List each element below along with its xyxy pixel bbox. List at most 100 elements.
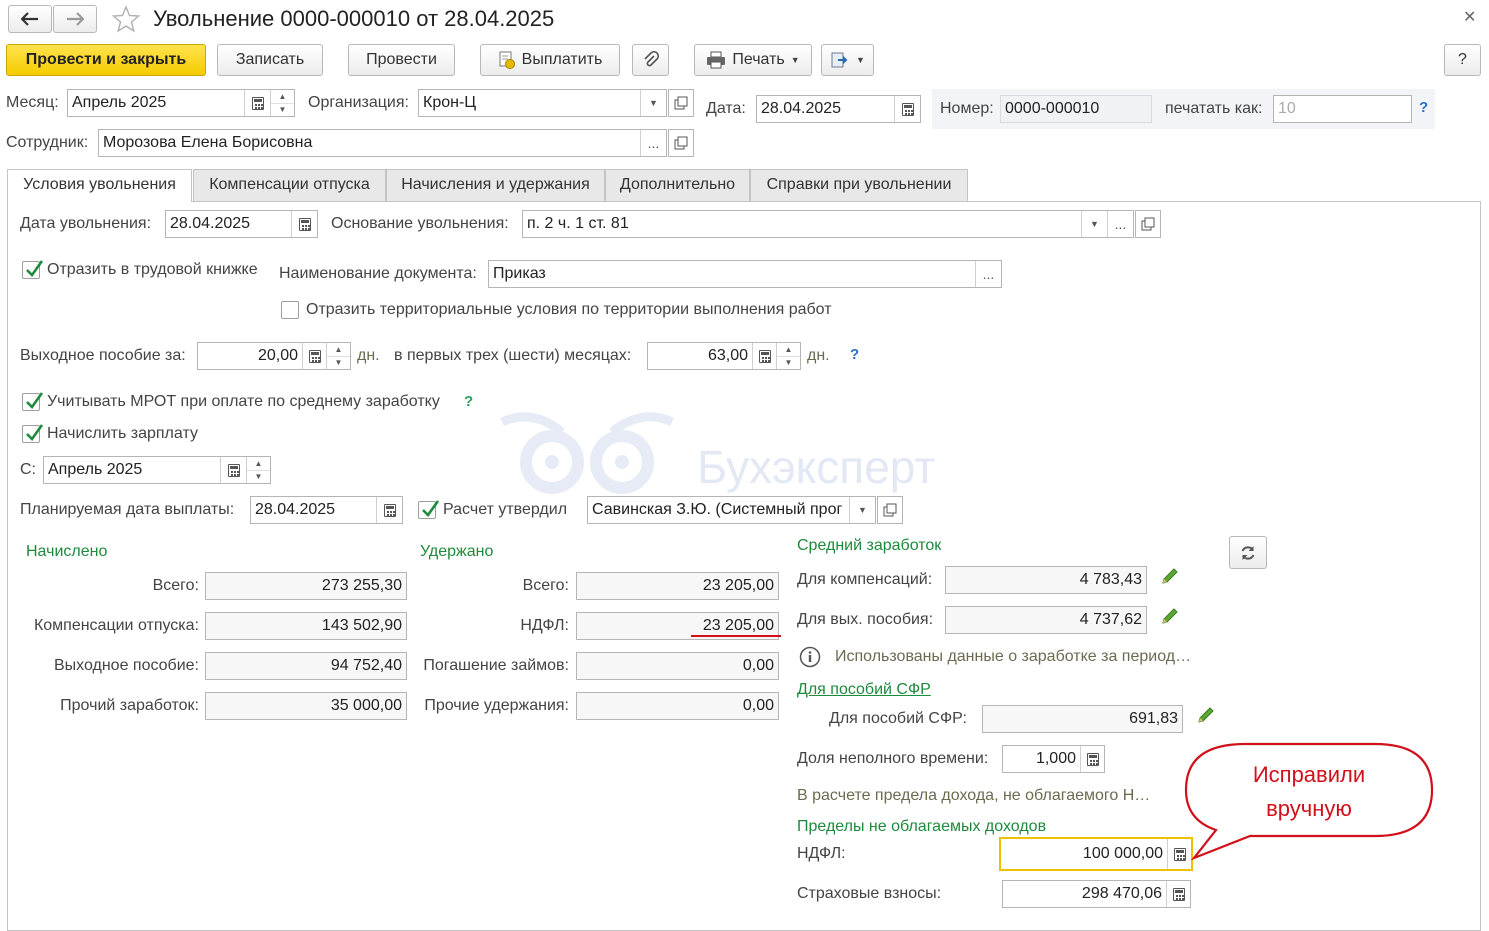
first-months-spinner[interactable]: ▲ ▼ [776,343,800,369]
sfr-field[interactable]: 691,83 [982,705,1183,733]
calculator-button[interactable] [1166,881,1190,907]
from-spinner[interactable]: ▲ ▼ [246,457,270,483]
calculator-button[interactable] [1080,746,1104,772]
dropdown-button[interactable]: ▼ [1081,211,1107,237]
open-employee-button[interactable] [668,129,694,157]
help-question-icon[interactable]: ? [1419,99,1428,116]
severance-field[interactable]: 20,00 ▲ ▼ [197,342,351,370]
dropdown-button[interactable]: ▼ [640,90,666,116]
accrue-salary-checkbox[interactable] [22,424,44,443]
print-as-field[interactable]: 10 [1273,95,1412,123]
approved-checkbox[interactable] [418,500,440,519]
select-button[interactable]: ... [640,130,666,156]
create-based-on-button[interactable]: ▼ [821,44,874,76]
calendar-button[interactable] [244,90,270,116]
part-time-value: 1,000 [1035,750,1076,767]
tab-vacation-compensation[interactable]: Компенсации отпуска [193,169,386,201]
territorial-label: Отразить территориальные условия по терр… [306,301,832,318]
select-button[interactable]: ... [1107,211,1133,237]
accrued-vacation-label: Компенсации отпуска: [33,617,199,634]
mrot-checkbox[interactable] [22,392,44,411]
refresh-button[interactable] [1229,536,1267,569]
avg-sev-field[interactable]: 4 737,62 [945,606,1147,634]
workbook-checkbox[interactable] [22,260,44,279]
calendar-button[interactable] [220,457,246,483]
calculator-button[interactable] [302,343,326,369]
help-question-icon[interactable]: ? [464,393,473,410]
back-button[interactable] [8,5,52,33]
first-months-field[interactable]: 63,00 ▲ ▼ [647,342,801,370]
severance-spinner[interactable]: ▲ ▼ [326,343,350,369]
from-label: С: [20,461,36,478]
doc-name-label: Наименование документа: [279,265,477,282]
pay-button[interactable]: Выплатить [480,44,620,76]
withheld-other-field[interactable]: 0,00 [576,692,779,720]
workbook-label: Отразить в трудовой книжке [47,261,258,278]
employee-field[interactable]: Морозова Елена Борисовна ... [98,129,667,157]
open-approver-button[interactable] [877,496,903,524]
accrued-other-field[interactable]: 35 000,00 [205,692,407,720]
calculator-icon [308,349,321,363]
tab-dismissal-conditions[interactable]: Условия увольнения [7,169,192,202]
dropdown-button[interactable]: ▼ [849,497,875,523]
accrued-total-field[interactable]: 273 255,30 [205,572,407,600]
window-title: Увольнение 0000-000010 от 28.04.2025 [153,6,555,31]
watermark-text: Бухэксперт [697,441,936,493]
withheld-loans-field[interactable]: 0,00 [576,652,779,680]
calendar-icon [298,217,311,231]
select-button[interactable]: ... [975,261,1001,287]
doc-name-field[interactable]: Приказ ... [488,260,1002,288]
calendar-button[interactable] [291,211,317,237]
month-field[interactable]: Апрель 2025 ▲ ▼ [67,89,295,117]
pencil-icon[interactable] [1160,606,1180,626]
insurance-limit-field[interactable]: 298 470,06 [1002,880,1191,908]
dismissal-date-value: 28.04.2025 [170,215,251,232]
save-button[interactable]: Записать [217,44,323,76]
close-icon[interactable]: ✕ [1463,7,1476,27]
date-field[interactable]: 28.04.2025 [756,95,921,123]
accrued-vacation-field[interactable]: 143 502,90 [205,612,407,640]
reason-field[interactable]: п. 2 ч. 1 ст. 81 ▼ ... [522,210,1134,238]
open-org-button[interactable] [668,89,694,117]
calculator-button[interactable] [752,343,776,369]
calculator-icon [1172,887,1185,901]
open-in-window-icon [883,503,897,517]
org-field[interactable]: Крон-Ц ▼ [418,89,667,117]
help-button[interactable]: ? [1444,44,1481,76]
favorite-star-icon[interactable] [112,5,140,33]
calendar-button[interactable] [894,96,920,122]
tab-certificates[interactable]: Справки при увольнении [750,169,968,201]
accrued-severance-field[interactable]: 94 752,40 [205,652,407,680]
open-reason-button[interactable] [1135,210,1161,238]
planned-date-field[interactable]: 28.04.2025 [250,496,403,524]
severance-label: Выходное пособие за: [20,347,186,364]
pencil-icon[interactable] [1196,705,1216,725]
forward-button[interactable] [53,5,97,33]
post-button[interactable]: Провести [348,44,455,76]
planned-date-label: Планируемая дата выплаты: [20,501,235,518]
attach-button[interactable] [632,44,669,76]
limit-note-text: В расчете предела дохода, не облагаемого… [797,787,1151,804]
number-field[interactable]: 0000-000010 [1000,95,1152,123]
tab-accruals-deductions[interactable]: Начисления и удержания [386,169,605,201]
help-question-icon[interactable]: ? [850,346,859,363]
avg-header: Средний заработок [797,537,942,554]
sfr-link[interactable]: Для пособий СФР [797,680,931,700]
dismissal-date-field[interactable]: 28.04.2025 [165,210,318,238]
ndfl-limit-field[interactable]: 100 000,00 [999,837,1193,871]
month-spinner[interactable]: ▲ ▼ [270,90,294,116]
tab-additional[interactable]: Дополнительно [605,169,750,201]
avg-comp-field[interactable]: 4 783,43 [945,566,1147,594]
pencil-icon[interactable] [1160,566,1180,586]
post-and-close-button[interactable]: Провести и закрыть [6,44,206,76]
withheld-header: Удержано [420,543,494,560]
severance-days-unit: дн. [357,347,380,364]
part-time-field[interactable]: 1,000 [1002,745,1105,773]
approved-field[interactable]: Савинская З.Ю. (Системный прог ▼ [587,496,876,524]
calendar-button[interactable] [376,497,402,523]
number-value: 0000-000010 [1005,100,1100,117]
territorial-checkbox[interactable] [281,301,299,319]
withheld-total-field[interactable]: 23 205,00 [576,572,779,600]
from-field[interactable]: Апрель 2025 ▲ ▼ [43,456,271,484]
print-button[interactable]: Печать ▼ [694,44,812,76]
